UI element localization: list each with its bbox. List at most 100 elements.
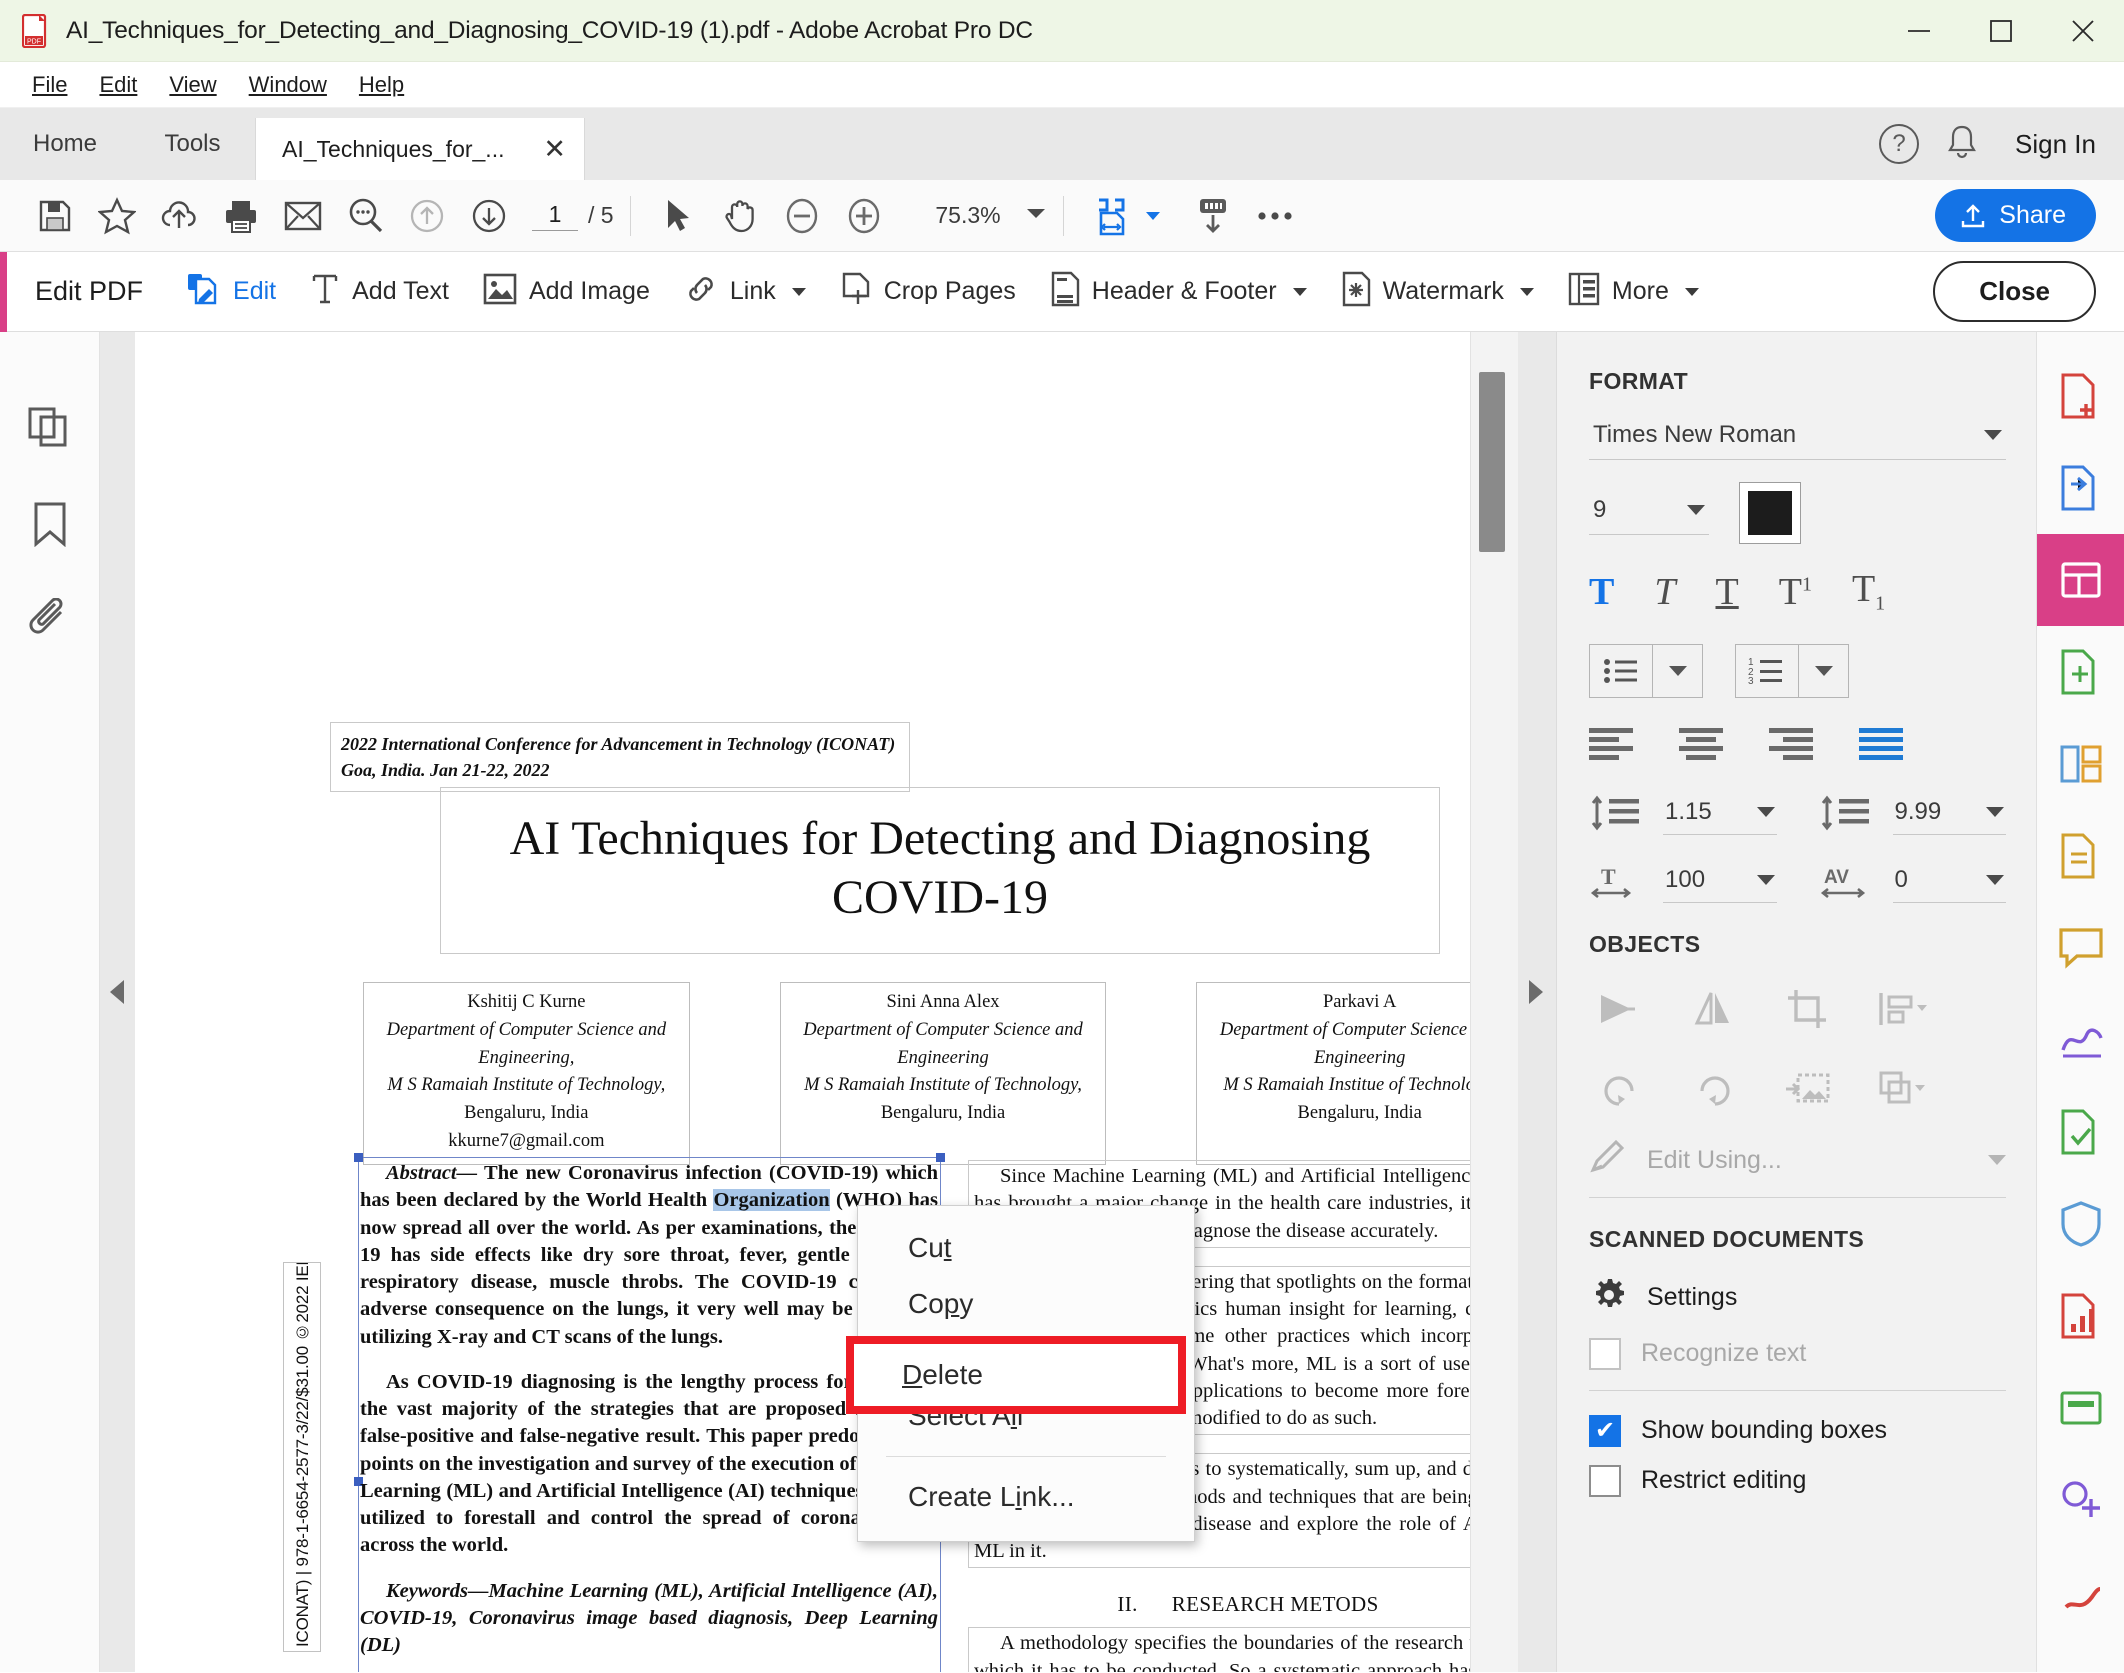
superscript-icon[interactable]: T1 [1779,573,1812,611]
notification-bell-icon[interactable] [1945,123,1979,166]
tab-document[interactable]: AI_Techniques_for_... ✕ [255,118,585,180]
minimize-button[interactable] [1878,0,1960,62]
align-left-icon[interactable] [1589,726,1645,765]
ribbon-button-link[interactable]: Link [670,264,820,319]
search-comment-icon[interactable] [334,185,396,247]
show-bounding-boxes-checkbox[interactable] [1589,1414,1621,1447]
edit-pdf-icon[interactable] [2037,534,2124,626]
maximize-button[interactable] [1960,0,2042,62]
attachments-icon[interactable] [0,572,100,668]
context-menu-item-create-link[interactable]: Create Li nk... [858,1469,1194,1525]
zoom-out-icon[interactable] [771,185,833,247]
chevron-down-icon[interactable] [1756,806,1775,817]
context-menu-item-delete[interactable]: Delete [846,1336,1186,1414]
align-right-icon[interactable] [1769,726,1825,765]
context-menu-item-cut[interactable]: Cu t [858,1220,1194,1276]
edit-using-select[interactable]: Edit Using... [1589,1139,2006,1198]
create-pdf-icon[interactable] [2037,350,2124,442]
ribbon-button-watermark[interactable]: Watermark [1327,263,1548,320]
previous-page-icon[interactable] [396,185,458,247]
menu-item-view[interactable]: View [153,69,232,101]
chevron-down-icon[interactable] [1756,874,1775,885]
close-button[interactable] [2042,0,2124,62]
rotate-clockwise-icon[interactable] [1683,1060,1745,1118]
fill-sign-icon[interactable] [2037,994,2124,1086]
next-page-icon[interactable] [458,185,520,247]
rotate-counterclockwise-icon[interactable] [1589,1060,1651,1118]
menu-item-file[interactable]: File [16,69,83,101]
ribbon-button-add-image[interactable]: Add Image [469,265,664,318]
numbered-list-button[interactable]: 123 [1735,643,1849,698]
share-button[interactable]: Share [1935,189,2096,242]
restrict-editing-checkbox[interactable] [1589,1464,1621,1497]
organize-pages-icon[interactable] [2037,718,2124,810]
arrange-align-icon[interactable] [1871,980,1933,1038]
menu-item-edit[interactable]: Edit [83,69,153,101]
expand-right-icon[interactable] [1529,980,1543,1004]
optimize-pdf-icon[interactable] [2037,1270,2124,1362]
font-family-select[interactable]: Times New Roman [1589,417,2006,460]
sign-in-button[interactable]: Sign In [2015,129,2096,160]
chevron-down-icon[interactable] [1798,644,1848,697]
email-icon[interactable] [272,185,334,247]
comment-icon[interactable] [2037,902,2124,994]
flip-horizontal-icon[interactable] [1589,980,1651,1038]
show-bounding-boxes-row[interactable]: Show bounding boxes [1589,1414,2006,1447]
save-icon[interactable] [24,185,86,247]
character-spacing-select[interactable]: 0 [1892,864,2006,903]
flip-vertical-icon[interactable] [1683,980,1745,1038]
paragraph-spacing-select[interactable]: 9.99 [1892,796,2006,835]
more-options-icon[interactable] [1244,185,1306,247]
font-size-select[interactable]: 9 [1589,492,1709,535]
export-pdf-icon[interactable] [2037,442,2124,534]
align-justify-icon[interactable] [1859,726,1907,765]
chevron-down-icon[interactable] [1025,206,1047,225]
menu-item-window[interactable]: Window [233,69,343,101]
align-center-icon[interactable] [1679,726,1735,765]
hand-icon[interactable] [709,185,771,247]
chevron-down-icon[interactable] [1984,430,2002,440]
menu-item-help[interactable]: Help [343,69,420,101]
chevron-down-icon[interactable] [1687,504,1705,515]
cursor-icon[interactable] [647,185,709,247]
bold-icon[interactable]: T [1589,573,1614,611]
font-color-swatch[interactable] [1739,482,1801,544]
chevron-down-icon[interactable] [1684,287,1699,296]
chevron-down-icon[interactable] [1519,287,1534,296]
scan-ocr-icon[interactable] [2037,1546,2124,1638]
tab-tools[interactable]: Tools [130,108,255,180]
help-icon[interactable]: ? [1879,124,1920,164]
upload-cloud-icon[interactable] [148,185,210,247]
crop-image-icon[interactable] [1777,980,1839,1038]
zoom-control[interactable]: 75.3% [909,202,1047,229]
italic-icon[interactable]: T [1654,573,1675,611]
bulleted-list-button[interactable] [1589,643,1703,698]
ribbon-button-crop-pages[interactable]: Crop Pages [826,264,1030,319]
arrange-order-icon[interactable] [1871,1060,1933,1118]
underline-icon[interactable]: T [1716,573,1739,611]
line-spacing-select[interactable]: 1.15 [1663,796,1777,835]
vertical-scrollbar[interactable] [1470,332,1518,1672]
stamp-icon[interactable] [2037,1086,2124,1178]
scrollbar-thumb[interactable] [1479,372,1505,552]
ribbon-button-edit[interactable]: Edit [171,263,290,320]
print-icon[interactable] [210,185,272,247]
fit-page-chevron-icon[interactable] [1145,211,1160,220]
ribbon-button-add-text[interactable]: Add Text [296,264,463,319]
chevron-down-icon[interactable] [1652,644,1702,697]
redact-icon[interactable] [2037,1362,2124,1454]
selected-word[interactable]: Organization [713,1189,830,1212]
page-number-input[interactable]: 1 [532,201,578,231]
compress-pdf-icon[interactable] [2037,810,2124,902]
ribbon-button-header-footer[interactable]: Header & Footer [1036,263,1321,320]
ribbon-button-more[interactable]: More [1554,264,1713,319]
replace-image-icon[interactable] [1777,1060,1839,1118]
context-menu-item-copy[interactable]: Co p y [858,1276,1194,1332]
bookmarks-icon[interactable] [0,476,100,572]
star-icon[interactable] [86,185,148,247]
chevron-down-icon[interactable] [1986,806,2004,817]
page-thumbnails-icon[interactable] [0,380,100,476]
scroll-mode-icon[interactable] [1182,185,1244,247]
protect-icon[interactable] [2037,1178,2124,1270]
horizontal-scale-select[interactable]: 100 [1663,864,1777,903]
